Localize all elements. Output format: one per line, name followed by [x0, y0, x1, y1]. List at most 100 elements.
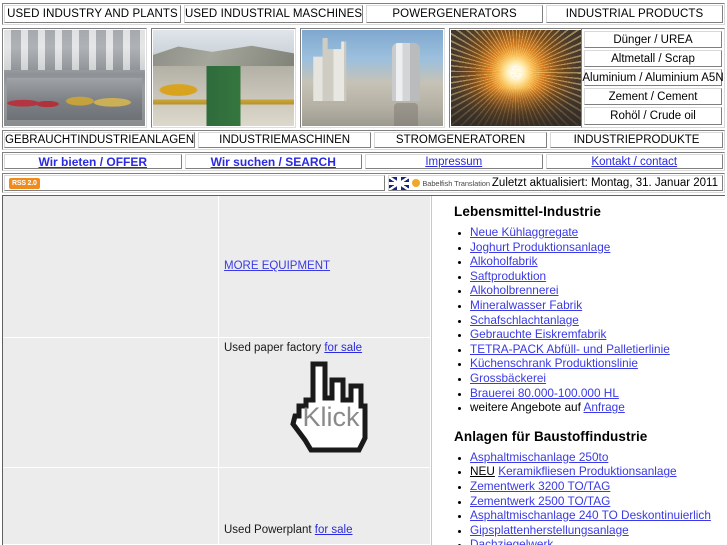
- list-item[interactable]: Asphaltmischanlage 250to: [470, 450, 717, 465]
- product-button-rohoel-crude-oil[interactable]: Rohöl / Crude oil: [584, 107, 722, 125]
- list-item[interactable]: Zementwerk 3200 TO/TAG: [470, 479, 717, 494]
- list-link[interactable]: Joghurt Produktionsanlage: [470, 240, 610, 254]
- section-list-baustoffindustrie: Asphaltmischanlage 250to NEU Keramikflie…: [440, 450, 717, 545]
- list-link[interactable]: Alkoholbrennerei: [470, 283, 559, 297]
- photo-cement-plant: [300, 28, 445, 128]
- list-link[interactable]: Gipsplattenherstellungsanlage: [470, 523, 629, 537]
- list-item[interactable]: Joghurt Produktionsanlage: [470, 240, 717, 255]
- last-updated-text: Zuletzt aktualisiert: Montag, 31. Januar…: [491, 177, 718, 189]
- list-link[interactable]: Grossbäckerei: [470, 371, 546, 385]
- list-item[interactable]: Grossbäckerei: [470, 371, 717, 386]
- nav-button-industrieprodukte[interactable]: INDUSTRIEPRODUKTE: [550, 132, 723, 148]
- link-cell-impressum[interactable]: Impressum: [365, 154, 543, 169]
- klick-text: Klick: [302, 402, 360, 432]
- link-cell-wir-suchen-search[interactable]: Wir suchen / SEARCH: [184, 154, 362, 169]
- product-label: Rohöl / Crude oil: [610, 110, 696, 122]
- link-wir-suchen-search[interactable]: Wir suchen / SEARCH: [211, 155, 336, 169]
- product-label: Aluminium / Aluminium A5N: [582, 71, 724, 84]
- left-cell-2: [3, 337, 218, 469]
- list-link[interactable]: Dachziegelwerk: [470, 537, 553, 545]
- list-link[interactable]: Brauerei 80.000-100.000 HL: [470, 386, 619, 400]
- more-equipment-link-wrap[interactable]: MORE EQUIPMENT: [224, 260, 330, 272]
- nav-button-industrial-products[interactable]: INDUSTRIAL PRODUCTS: [546, 5, 724, 23]
- powerplant-label-wrap: Used Powerplant for sale: [224, 524, 353, 536]
- nav-label: INDUSTRIEMASCHINEN: [219, 134, 351, 146]
- nav-button-used-industry-and-plants[interactable]: USED INDUSTRY AND PLANTS: [4, 5, 181, 23]
- link-impressum[interactable]: Impressum: [425, 156, 482, 168]
- hand-cursor-klick-icon[interactable]: Klick: [275, 354, 375, 466]
- list-item[interactable]: Gebrauchte Eiskremfabrik: [470, 327, 717, 342]
- list-item[interactable]: TETRA-PACK Abfüll- und Palletierlinie: [470, 342, 717, 357]
- list-link[interactable]: Asphaltmischanlage 240 TO Deskontinuierl…: [470, 508, 711, 522]
- list-link[interactable]: Zementwerk 2500 TO/TAG: [470, 494, 610, 508]
- uk-flag-icon[interactable]: [389, 176, 410, 190]
- rss-feed-icon[interactable]: RSS 2.0: [9, 177, 40, 189]
- main-content: MORE EQUIPMENT Used paper factory for sa…: [2, 195, 725, 545]
- list-link[interactable]: TETRA-PACK Abfüll- und Palletierlinie: [470, 342, 670, 356]
- link-cell-kontakt[interactable]: Kontakt / contact: [545, 154, 723, 169]
- paper-factory-label-wrap: Used paper factory for sale: [224, 342, 362, 354]
- link-kontakt-contact[interactable]: Kontakt / contact: [591, 156, 677, 168]
- list-link-anfrage[interactable]: Anfrage: [583, 400, 624, 414]
- list-item[interactable]: Neue Kühlaggregate: [470, 225, 717, 240]
- list-item[interactable]: Zementwerk 2500 TO/TAG: [470, 494, 717, 509]
- babelfish-translation-label[interactable]: Babelfish Translation: [422, 179, 490, 188]
- middle-cell-powerplant: Used Powerplant for sale: [219, 468, 430, 545]
- nav-button-stromgeneratoren[interactable]: STROMGENERATOREN: [374, 132, 548, 148]
- photo-turbine-hall: [2, 28, 147, 128]
- list-item[interactable]: Saftproduktion: [470, 269, 717, 284]
- product-button-column: Dünger / UREA Altmetall / Scrap Aluminiu…: [581, 28, 725, 128]
- list-item[interactable]: Dachziegelwerk: [470, 537, 717, 545]
- product-button-duenger-urea[interactable]: Dünger / UREA: [584, 31, 722, 48]
- list-link[interactable]: Gebrauchte Eiskremfabrik: [470, 327, 606, 341]
- list-link[interactable]: Neue Kühlaggregate: [470, 225, 578, 239]
- list-prefix-text: weitere Angebote auf: [470, 400, 584, 415]
- rss-cell[interactable]: RSS 2.0: [4, 175, 386, 191]
- list-item[interactable]: weitere Angebote auf Anfrage: [470, 400, 717, 415]
- secondary-link-bar: Wir bieten / OFFER Wir suchen / SEARCH I…: [2, 152, 725, 171]
- list-item[interactable]: Alkoholbrennerei: [470, 283, 717, 298]
- list-link[interactable]: Asphaltmischanlage 250to: [470, 450, 608, 464]
- link-cell-wir-bieten-offer[interactable]: Wir bieten / OFFER: [4, 154, 182, 169]
- product-button-zement-cement[interactable]: Zement / Cement: [584, 88, 722, 105]
- neu-badge: NEU: [470, 464, 495, 479]
- nav-label: GEBRAUCHTINDUSTRIEANLAGEN: [5, 134, 195, 146]
- list-item[interactable]: Brauerei 80.000-100.000 HL: [470, 386, 717, 401]
- paper-factory-text: Used paper factory: [224, 341, 325, 354]
- nav-label: STROMGENERATOREN: [395, 134, 526, 146]
- list-link[interactable]: Keramikfliesen Produktionsanlage: [498, 464, 676, 478]
- list-link[interactable]: Schafschlachtanlage: [470, 313, 579, 327]
- nav-label: INDUSTRIAL PRODUCTS: [565, 8, 704, 20]
- list-link[interactable]: Saftproduktion: [470, 269, 546, 283]
- nav-label: USED INDUSTRY AND PLANTS: [7, 8, 178, 20]
- product-button-altmetall-scrap[interactable]: Altmetall / Scrap: [584, 50, 722, 67]
- list-item[interactable]: Schafschlachtanlage: [470, 313, 717, 328]
- list-item[interactable]: Asphaltmischanlage 240 TO Deskontinuierl…: [470, 508, 717, 523]
- nav-button-gebrauchtindustrieanlagen[interactable]: GEBRAUCHTINDUSTRIEANLAGEN: [4, 132, 196, 148]
- list-item[interactable]: Küchenschrank Produktionslinie: [470, 356, 717, 371]
- left-column: [3, 196, 219, 545]
- left-cell-3: [3, 468, 218, 545]
- list-item[interactable]: NEU Keramikfliesen Produktionsanlage: [470, 464, 717, 479]
- list-item[interactable]: Gipsplattenherstellungsanlage: [470, 523, 717, 538]
- page-root: USED INDUSTRY AND PLANTS USED INDUSTRIAL…: [0, 0, 727, 545]
- powerplant-for-sale-link[interactable]: for sale: [315, 524, 353, 536]
- link-wir-bieten-offer[interactable]: Wir bieten / OFFER: [38, 155, 147, 169]
- nav-label: INDUSTRIEPRODUKTE: [573, 134, 700, 146]
- product-button-aluminium-a5n[interactable]: Aluminium / Aluminium A5N: [582, 69, 724, 86]
- more-equipment-link[interactable]: MORE EQUIPMENT: [224, 260, 330, 272]
- nav-button-industriemaschinen[interactable]: INDUSTRIEMASCHINEN: [198, 132, 372, 148]
- list-link[interactable]: Zementwerk 3200 TO/TAG: [470, 479, 610, 493]
- list-link[interactable]: Alkoholfabrik: [470, 254, 538, 268]
- translation-and-updated-cell: Babelfish Translation Zuletzt aktualisie…: [388, 175, 723, 191]
- list-item[interactable]: Mineralwasser Fabrik: [470, 298, 717, 313]
- list-item[interactable]: Alkoholfabrik: [470, 254, 717, 269]
- paper-factory-for-sale-link[interactable]: for sale: [324, 342, 362, 354]
- section-title-anlagen-baustoffindustrie: Anlagen für Baustoffindustrie: [454, 428, 648, 444]
- left-cell-1: [3, 196, 218, 338]
- list-link[interactable]: Mineralwasser Fabrik: [470, 298, 582, 312]
- list-link[interactable]: Küchenschrank Produktionslinie: [470, 356, 638, 370]
- nav-button-used-industrial-maschines[interactable]: USED INDUSTRIAL MASCHINES: [183, 5, 364, 23]
- right-content-column: Lebensmittel-Industrie Neue Kühlaggregat…: [431, 196, 725, 545]
- nav-button-powergenerators[interactable]: POWERGENERATORS: [366, 5, 544, 23]
